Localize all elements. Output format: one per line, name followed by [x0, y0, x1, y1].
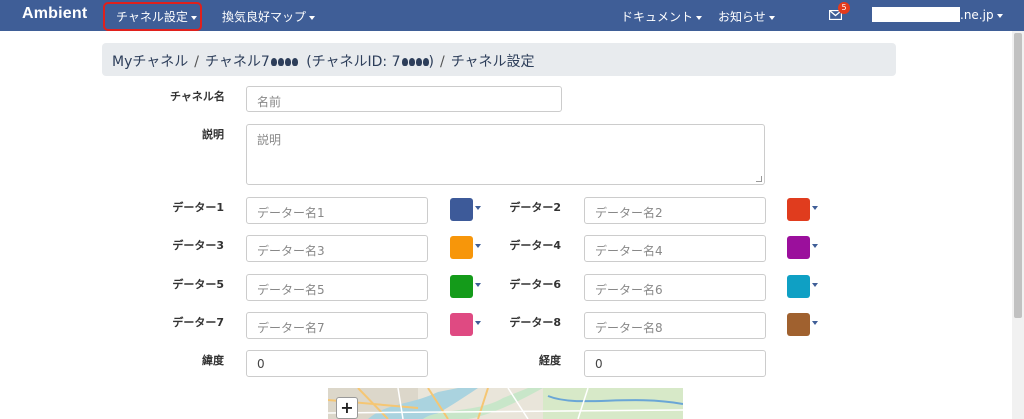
- data5-label: データー5: [172, 278, 224, 291]
- data8-label: データー8: [509, 316, 561, 329]
- nav-ventilation-map[interactable]: 換気良好マップ: [222, 8, 316, 25]
- latitude-input[interactable]: 0: [246, 350, 428, 377]
- data3-color-picker[interactable]: [450, 236, 473, 259]
- resize-handle-icon[interactable]: [756, 176, 762, 182]
- longitude-label: 経度: [539, 354, 561, 367]
- nav-user-menu[interactable]: .ne.jp: [960, 8, 1003, 22]
- breadcrumb-separator: /: [439, 54, 445, 70]
- breadcrumb-my-channels[interactable]: Myチャネル: [112, 54, 188, 70]
- latitude-label: 緯度: [202, 354, 224, 367]
- data4-label: データー4: [509, 239, 561, 252]
- map-zoom-in-button[interactable]: +: [336, 397, 358, 419]
- chevron-down-icon[interactable]: [475, 321, 481, 325]
- chevron-down-icon[interactable]: [812, 283, 818, 287]
- data8-name-input[interactable]: データー名8: [584, 312, 766, 339]
- longitude-input[interactable]: 0: [584, 350, 766, 377]
- brand-logo[interactable]: Ambient: [22, 5, 87, 23]
- nav-news[interactable]: お知らせ: [718, 8, 775, 25]
- mail-count-badge: 5: [838, 2, 850, 14]
- channel-name-input[interactable]: 名前: [246, 86, 562, 112]
- redacted-username: [872, 7, 960, 22]
- nav-documents[interactable]: ドキュメント: [621, 8, 703, 25]
- data6-label: データー6: [509, 278, 561, 291]
- redaction-mark: [277, 58, 284, 66]
- data3-label: データー3: [172, 239, 224, 252]
- chevron-down-icon: [996, 13, 1003, 18]
- data8-color-picker[interactable]: [787, 313, 810, 336]
- redaction-mark: [270, 58, 277, 66]
- chevron-down-icon[interactable]: [475, 244, 481, 248]
- chevron-down-icon[interactable]: [812, 321, 818, 325]
- breadcrumb-separator: /: [194, 54, 199, 70]
- scrollbar-thumb[interactable]: [1014, 33, 1022, 318]
- chevron-down-icon: [309, 15, 316, 20]
- chevron-down-icon[interactable]: [812, 244, 818, 248]
- data1-name-input[interactable]: データー名1: [246, 197, 428, 224]
- chevron-down-icon[interactable]: [475, 206, 481, 210]
- breadcrumb-channel[interactable]: チャネル7: [205, 54, 298, 70]
- data4-color-picker[interactable]: [787, 236, 810, 259]
- nav-news-label: お知らせ: [718, 10, 766, 24]
- breadcrumb-channel-prefix: チャネル7: [204, 54, 270, 70]
- data7-label: データー7: [172, 316, 224, 329]
- description-placeholder: 説明: [257, 133, 282, 147]
- data2-name-input[interactable]: データー名2: [584, 197, 766, 224]
- chevron-down-icon[interactable]: [475, 283, 481, 287]
- data6-name-input[interactable]: データー名6: [584, 274, 766, 301]
- data3-name-input[interactable]: データー名3: [246, 235, 428, 262]
- data5-color-picker[interactable]: [450, 275, 473, 298]
- map-tiles: [328, 388, 683, 419]
- nav-documents-label: ドキュメント: [621, 10, 694, 24]
- data7-color-picker[interactable]: [450, 313, 473, 336]
- top-navbar: Ambient チャネル設定 換気良好マップ ドキュメント お知らせ 5 .ne…: [0, 0, 1024, 31]
- data6-color-picker[interactable]: [787, 275, 810, 298]
- redaction-mark: [408, 58, 415, 66]
- data7-name-input[interactable]: データー名7: [246, 312, 428, 339]
- chevron-down-icon[interactable]: [812, 206, 818, 210]
- nav-ventilation-map-label: 換気良好マップ: [222, 10, 307, 24]
- user-email-suffix: .ne.jp: [960, 8, 994, 22]
- breadcrumb-channel-id: (チャネルID: 7): [306, 54, 434, 70]
- breadcrumb-channel-id-prefix: (チャネルID: 7: [306, 54, 401, 70]
- data1-color-picker[interactable]: [450, 198, 473, 221]
- location-map[interactable]: [328, 388, 683, 419]
- breadcrumb-channel-id-suffix: ): [428, 54, 434, 70]
- description-label: 説明: [202, 128, 224, 141]
- redaction-mark: [291, 58, 298, 66]
- redaction-mark: [401, 58, 408, 66]
- chevron-down-icon: [696, 15, 703, 20]
- data1-label: データー1: [172, 201, 224, 214]
- redaction-mark: [284, 58, 291, 66]
- data4-name-input[interactable]: データー名4: [584, 235, 766, 262]
- data2-label: データー2: [509, 201, 561, 214]
- breadcrumb-current: チャネル設定: [450, 54, 535, 70]
- data2-color-picker[interactable]: [787, 198, 810, 221]
- breadcrumb: Myチャネル / チャネル7 (チャネルID: 7) / チャネル設定: [102, 43, 896, 76]
- chevron-down-icon: [768, 15, 775, 20]
- highlight-annotation: [103, 2, 202, 31]
- redaction-mark: [415, 58, 422, 66]
- description-textarea[interactable]: 説明: [246, 124, 765, 185]
- data5-name-input[interactable]: データー名5: [246, 274, 428, 301]
- channel-name-label: チャネル名: [170, 90, 225, 103]
